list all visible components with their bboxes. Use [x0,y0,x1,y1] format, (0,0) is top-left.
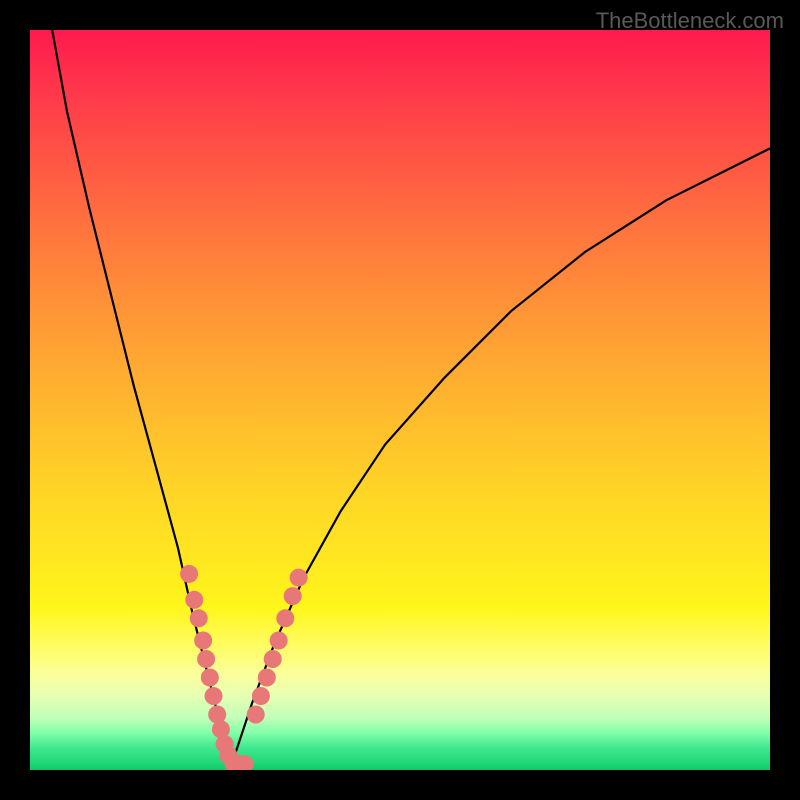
data-point [258,669,276,687]
data-point [201,669,219,687]
data-point [270,632,288,650]
data-points-group [180,565,308,770]
chart-container: TheBottleneck.com [0,0,800,800]
data-point [194,632,212,650]
data-point [252,687,270,705]
chart-svg [30,30,770,770]
curve-right [230,148,770,770]
data-point [197,650,215,668]
data-point [185,591,203,609]
data-point [290,569,308,587]
data-point [247,706,265,724]
watermark-text: TheBottleneck.com [596,8,784,34]
data-point [205,687,223,705]
data-point [284,587,302,605]
curves-group [52,30,770,770]
data-point [180,565,198,583]
data-point [190,609,208,627]
data-point [264,650,282,668]
plot-area [30,30,770,770]
data-point [276,609,294,627]
